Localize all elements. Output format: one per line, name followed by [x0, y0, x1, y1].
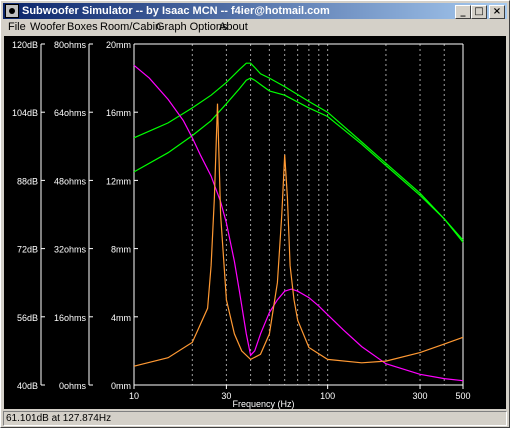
y-tick-label: 20mm — [106, 40, 131, 50]
menu-bar: File Woofer Boxes Room/Cabin Graph Optio… — [3, 20, 507, 36]
window-title: Subwoofer Simulator -- by Isaac MCN -- f… — [22, 5, 330, 17]
y-tick-label: 12mm — [106, 176, 131, 186]
y-tick-label: 0ohms — [59, 381, 87, 391]
maximize-button[interactable]: □ — [471, 5, 487, 19]
app-icon[interactable] — [5, 4, 19, 18]
x-axis-label: Frequency (Hz) — [232, 399, 294, 409]
y-tick-label: 16mm — [106, 108, 131, 118]
x-tick-label: 10 — [129, 391, 139, 401]
menu-graph-options[interactable]: Graph Options — [156, 21, 228, 33]
y-tick-label: 16ohms — [54, 313, 87, 323]
series-line-ohms-2 — [133, 64, 464, 382]
series-line-dB-0 — [133, 62, 464, 241]
series-line-mm-3 — [133, 103, 464, 367]
y-tick-label: 64ohms — [54, 108, 87, 118]
status-bar: 61.101dB at 127.874Hz — [3, 411, 507, 426]
menu-room-cabin[interactable]: Room/Cabin — [100, 21, 161, 33]
title-bar[interactable]: Subwoofer Simulator -- by Isaac MCN -- f… — [3, 3, 507, 19]
y-tick-label: 8mm — [111, 245, 131, 255]
menu-woofer[interactable]: Woofer — [30, 21, 65, 33]
frequency-response-chart: 120dB 104dB 88dB 72dB 56dB 40dB 80ohms 64ohms 48… — [12, 40, 471, 409]
y-tick-label: 56dB — [17, 313, 38, 323]
close-button[interactable]: × — [489, 5, 505, 19]
y-tick-label: 104dB — [12, 108, 38, 118]
graph-area[interactable]: 120dB 104dB 88dB 72dB 56dB 40dB 80ohms 64ohms 48… — [4, 36, 506, 409]
y-tick-label: 48ohms — [54, 176, 87, 186]
minimize-button[interactable]: _ — [455, 5, 471, 19]
menu-file[interactable]: File — [8, 21, 26, 33]
y-tick-label: 72dB — [17, 245, 38, 255]
app-window: Subwoofer Simulator -- by Isaac MCN -- f… — [0, 0, 510, 428]
y-tick-label: 80ohms — [54, 40, 87, 50]
x-tick-label: 30 — [221, 391, 231, 401]
menu-boxes[interactable]: Boxes — [67, 21, 98, 33]
series-line-dB-1 — [133, 77, 464, 243]
menu-about[interactable]: About — [219, 21, 248, 33]
y-tick-label: 120dB — [12, 40, 38, 50]
y-tick-label: 40dB — [17, 381, 38, 391]
x-tick-label: 500 — [455, 391, 470, 401]
y-tick-label: 4mm — [111, 313, 131, 323]
x-tick-label: 300 — [413, 391, 428, 401]
y-tick-label: 88dB — [17, 176, 38, 186]
status-readout: 61.101dB at 127.874Hz — [6, 413, 112, 424]
y-tick-label: 0mm — [111, 381, 131, 391]
y-tick-label: 32ohms — [54, 245, 87, 255]
x-tick-label: 100 — [320, 391, 335, 401]
